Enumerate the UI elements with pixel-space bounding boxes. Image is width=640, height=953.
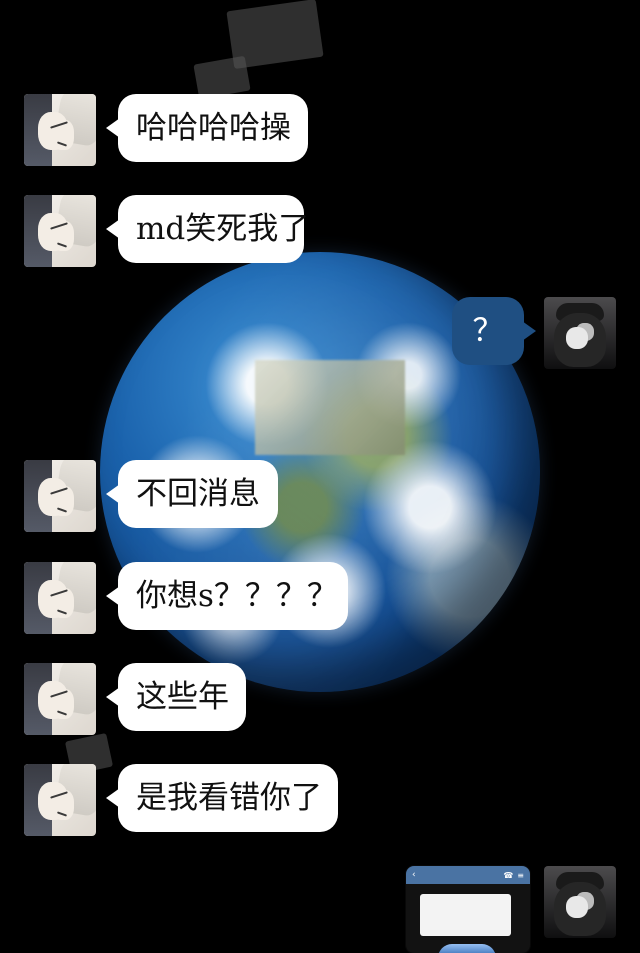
image-message-thumbnail[interactable]: ‹ ☎ ≡ <box>406 866 530 953</box>
message-bubble[interactable]: md笑死我了 <box>106 195 309 263</box>
message-text: 这些年 <box>136 678 229 715</box>
sender-avatar-icon[interactable] <box>24 94 96 166</box>
blurred-region <box>255 360 405 455</box>
user-avatar-icon[interactable] <box>544 866 616 938</box>
message-bubble[interactable]: 是我看错你了 <box>106 764 338 832</box>
message-bubble[interactable]: 不回消息 <box>106 460 278 528</box>
message-text: 是我看错你了 <box>136 779 322 816</box>
message-text: ？ <box>472 312 504 349</box>
sender-avatar-icon[interactable] <box>24 562 96 634</box>
message-bubble[interactable]: ？ <box>452 297 536 365</box>
sender-avatar-icon[interactable] <box>24 764 96 836</box>
thumbnail-content-placeholder <box>420 894 511 936</box>
message-bubble[interactable]: 哈哈哈哈操 <box>106 94 308 162</box>
redaction-scribble <box>193 55 251 100</box>
thumbnail-header: ‹ ☎ ≡ <box>406 866 530 884</box>
sender-avatar-icon[interactable] <box>24 195 96 267</box>
message-bubble[interactable]: 你想s？？？？ <box>106 562 348 630</box>
mini-earth-icon <box>438 944 496 953</box>
user-avatar-icon[interactable] <box>544 297 616 369</box>
avatar-hand <box>566 327 588 349</box>
chat-screen: 哈哈哈哈操 md笑死我了 ？ 不回消息 你想s？？？？ 这些年 是我看错你了 ‹… <box>0 0 640 953</box>
message-text: md笑死我了 <box>136 210 310 247</box>
menu-icon: ≡ <box>517 870 524 880</box>
message-text: 不回消息 <box>136 475 260 512</box>
message-bubble[interactable]: 这些年 <box>106 663 246 731</box>
message-text: 你想s？？？？ <box>136 577 338 614</box>
back-arrow-icon: ‹ <box>412 869 416 880</box>
sender-avatar-icon[interactable] <box>24 663 96 735</box>
thumbnail-header-icons: ☎ ≡ <box>503 871 524 880</box>
avatar-hand <box>566 896 588 918</box>
message-text: 哈哈哈哈操 <box>136 109 291 146</box>
sender-avatar-icon[interactable] <box>24 460 96 532</box>
call-icon: ☎ <box>503 870 514 880</box>
